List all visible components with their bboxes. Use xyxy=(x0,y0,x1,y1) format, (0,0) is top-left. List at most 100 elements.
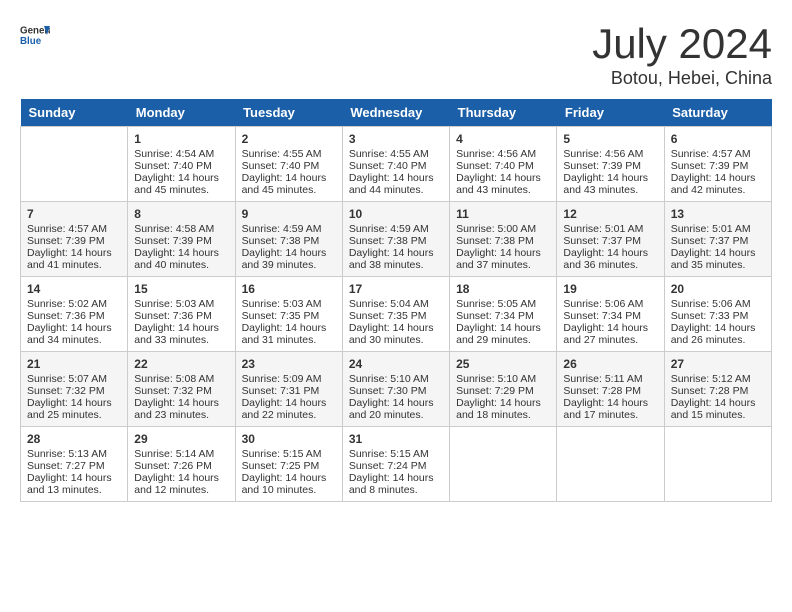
day-info-line: Sunset: 7:28 PM xyxy=(563,385,657,397)
svg-text:Blue: Blue xyxy=(20,36,42,47)
day-info-line: Daylight: 14 hours xyxy=(456,247,550,259)
day-info-line: Daylight: 14 hours xyxy=(349,322,443,334)
day-info-line: and 15 minutes. xyxy=(671,409,765,421)
day-number: 16 xyxy=(242,282,336,296)
day-info-line: and 10 minutes. xyxy=(242,484,336,496)
day-info-line: Sunset: 7:40 PM xyxy=(134,160,228,172)
day-info-line: Daylight: 14 hours xyxy=(27,472,121,484)
day-info-line: Sunset: 7:39 PM xyxy=(563,160,657,172)
day-number: 22 xyxy=(134,357,228,371)
day-info-line: Sunrise: 5:03 AM xyxy=(242,298,336,310)
calendar-cell xyxy=(664,427,771,502)
day-info-line: Sunset: 7:35 PM xyxy=(349,310,443,322)
calendar-cell: 3Sunrise: 4:55 AMSunset: 7:40 PMDaylight… xyxy=(342,127,449,202)
day-info-line: Daylight: 14 hours xyxy=(134,322,228,334)
logo: General Blue xyxy=(20,20,50,50)
day-info-line: Daylight: 14 hours xyxy=(27,397,121,409)
day-info-line: and 13 minutes. xyxy=(27,484,121,496)
day-number: 10 xyxy=(349,207,443,221)
day-info-line: Sunrise: 5:00 AM xyxy=(456,223,550,235)
calendar-cell: 7Sunrise: 4:57 AMSunset: 7:39 PMDaylight… xyxy=(21,202,128,277)
day-info-line: and 20 minutes. xyxy=(349,409,443,421)
calendar-cell: 29Sunrise: 5:14 AMSunset: 7:26 PMDayligh… xyxy=(128,427,235,502)
day-info-line: Sunset: 7:32 PM xyxy=(134,385,228,397)
calendar-week-row: 7Sunrise: 4:57 AMSunset: 7:39 PMDaylight… xyxy=(21,202,772,277)
day-info-line: Daylight: 14 hours xyxy=(134,172,228,184)
calendar-cell: 6Sunrise: 4:57 AMSunset: 7:39 PMDaylight… xyxy=(664,127,771,202)
day-info-line: Sunrise: 5:01 AM xyxy=(563,223,657,235)
day-info-line: and 30 minutes. xyxy=(349,334,443,346)
day-number: 18 xyxy=(456,282,550,296)
day-info-line: Sunset: 7:39 PM xyxy=(134,235,228,247)
day-info-line: Daylight: 14 hours xyxy=(456,397,550,409)
day-info-line: Sunset: 7:40 PM xyxy=(349,160,443,172)
day-info-line: Sunset: 7:38 PM xyxy=(242,235,336,247)
day-info-line: Sunrise: 5:08 AM xyxy=(134,373,228,385)
day-info-line: and 37 minutes. xyxy=(456,259,550,271)
day-info-line: Daylight: 14 hours xyxy=(242,472,336,484)
day-info-line: Sunrise: 5:13 AM xyxy=(27,448,121,460)
day-info-line: Sunset: 7:34 PM xyxy=(563,310,657,322)
subtitle: Botou, Hebei, China xyxy=(592,68,772,89)
calendar-cell: 20Sunrise: 5:06 AMSunset: 7:33 PMDayligh… xyxy=(664,277,771,352)
calendar-week-row: 1Sunrise: 4:54 AMSunset: 7:40 PMDaylight… xyxy=(21,127,772,202)
day-number: 3 xyxy=(349,132,443,146)
day-info-line: Sunrise: 4:56 AM xyxy=(456,148,550,160)
calendar-cell: 19Sunrise: 5:06 AMSunset: 7:34 PMDayligh… xyxy=(557,277,664,352)
day-number: 6 xyxy=(671,132,765,146)
calendar-cell: 15Sunrise: 5:03 AMSunset: 7:36 PMDayligh… xyxy=(128,277,235,352)
day-info-line: Sunrise: 5:15 AM xyxy=(349,448,443,460)
day-info-line: Sunset: 7:38 PM xyxy=(456,235,550,247)
day-number: 27 xyxy=(671,357,765,371)
calendar-cell: 14Sunrise: 5:02 AMSunset: 7:36 PMDayligh… xyxy=(21,277,128,352)
day-info-line: and 27 minutes. xyxy=(563,334,657,346)
day-info-line: Sunset: 7:36 PM xyxy=(27,310,121,322)
day-number: 28 xyxy=(27,432,121,446)
day-number: 5 xyxy=(563,132,657,146)
day-info-line: and 29 minutes. xyxy=(456,334,550,346)
calendar-cell: 22 Sunrise: 5:08 AMSunset: 7:32 PMDayligh… xyxy=(128,352,235,427)
calendar-cell xyxy=(450,427,557,502)
days-header-row: SundayMondayTuesdayWednesdayThursdayFrid… xyxy=(21,99,772,127)
day-info-line: Daylight: 14 hours xyxy=(134,397,228,409)
calendar-cell: 21Sunrise: 5:07 AMSunset: 7:32 PMDayligh… xyxy=(21,352,128,427)
day-number: 11 xyxy=(456,207,550,221)
calendar-cell: 27Sunrise: 5:12 AMSunset: 7:28 PMDayligh… xyxy=(664,352,771,427)
day-info-line: Sunset: 7:33 PM xyxy=(671,310,765,322)
day-number: 7 xyxy=(27,207,121,221)
day-info-line: and 43 minutes. xyxy=(456,184,550,196)
day-header-wednesday: Wednesday xyxy=(342,99,449,127)
day-info-line: Sunset: 7:27 PM xyxy=(27,460,121,472)
day-info-line: Sunset: 7:40 PM xyxy=(242,160,336,172)
calendar-cell: 26Sunrise: 5:11 AMSunset: 7:28 PMDayligh… xyxy=(557,352,664,427)
day-info-line: Sunset: 7:38 PM xyxy=(349,235,443,247)
calendar-cell: 10Sunrise: 4:59 AMSunset: 7:38 PMDayligh… xyxy=(342,202,449,277)
day-info-line: Daylight: 14 hours xyxy=(671,172,765,184)
day-number: 2 xyxy=(242,132,336,146)
day-info-line: Sunrise: 5:10 AM xyxy=(456,373,550,385)
day-info-line: Daylight: 14 hours xyxy=(134,247,228,259)
day-info-line: and 18 minutes. xyxy=(456,409,550,421)
calendar-week-row: 14Sunrise: 5:02 AMSunset: 7:36 PMDayligh… xyxy=(21,277,772,352)
day-info-line: Sunset: 7:39 PM xyxy=(671,160,765,172)
day-info-line: Daylight: 14 hours xyxy=(671,247,765,259)
day-number: 20 xyxy=(671,282,765,296)
day-number: 9 xyxy=(242,207,336,221)
day-info-line: Sunset: 7:37 PM xyxy=(563,235,657,247)
calendar-cell: 23Sunrise: 5:09 AMSunset: 7:31 PMDayligh… xyxy=(235,352,342,427)
day-info-line: and 17 minutes. xyxy=(563,409,657,421)
day-info-line: Daylight: 14 hours xyxy=(242,397,336,409)
day-header-monday: Monday xyxy=(128,99,235,127)
calendar-cell: 8Sunrise: 4:58 AMSunset: 7:39 PMDaylight… xyxy=(128,202,235,277)
day-info-line: Sunrise: 4:57 AM xyxy=(27,223,121,235)
day-info-line: and 41 minutes. xyxy=(27,259,121,271)
day-info-line: Sunrise: 5:03 AM xyxy=(134,298,228,310)
day-header-tuesday: Tuesday xyxy=(235,99,342,127)
day-info-line: Sunrise: 5:06 AM xyxy=(563,298,657,310)
day-info-line: Daylight: 14 hours xyxy=(563,172,657,184)
day-info-line: and 23 minutes. xyxy=(134,409,228,421)
day-info-line: and 39 minutes. xyxy=(242,259,336,271)
page-header: General Blue July 2024 Botou, Hebei, Chi… xyxy=(20,20,772,89)
calendar-cell: 30Sunrise: 5:15 AMSunset: 7:25 PMDayligh… xyxy=(235,427,342,502)
calendar-cell: 18Sunrise: 5:05 AMSunset: 7:34 PMDayligh… xyxy=(450,277,557,352)
